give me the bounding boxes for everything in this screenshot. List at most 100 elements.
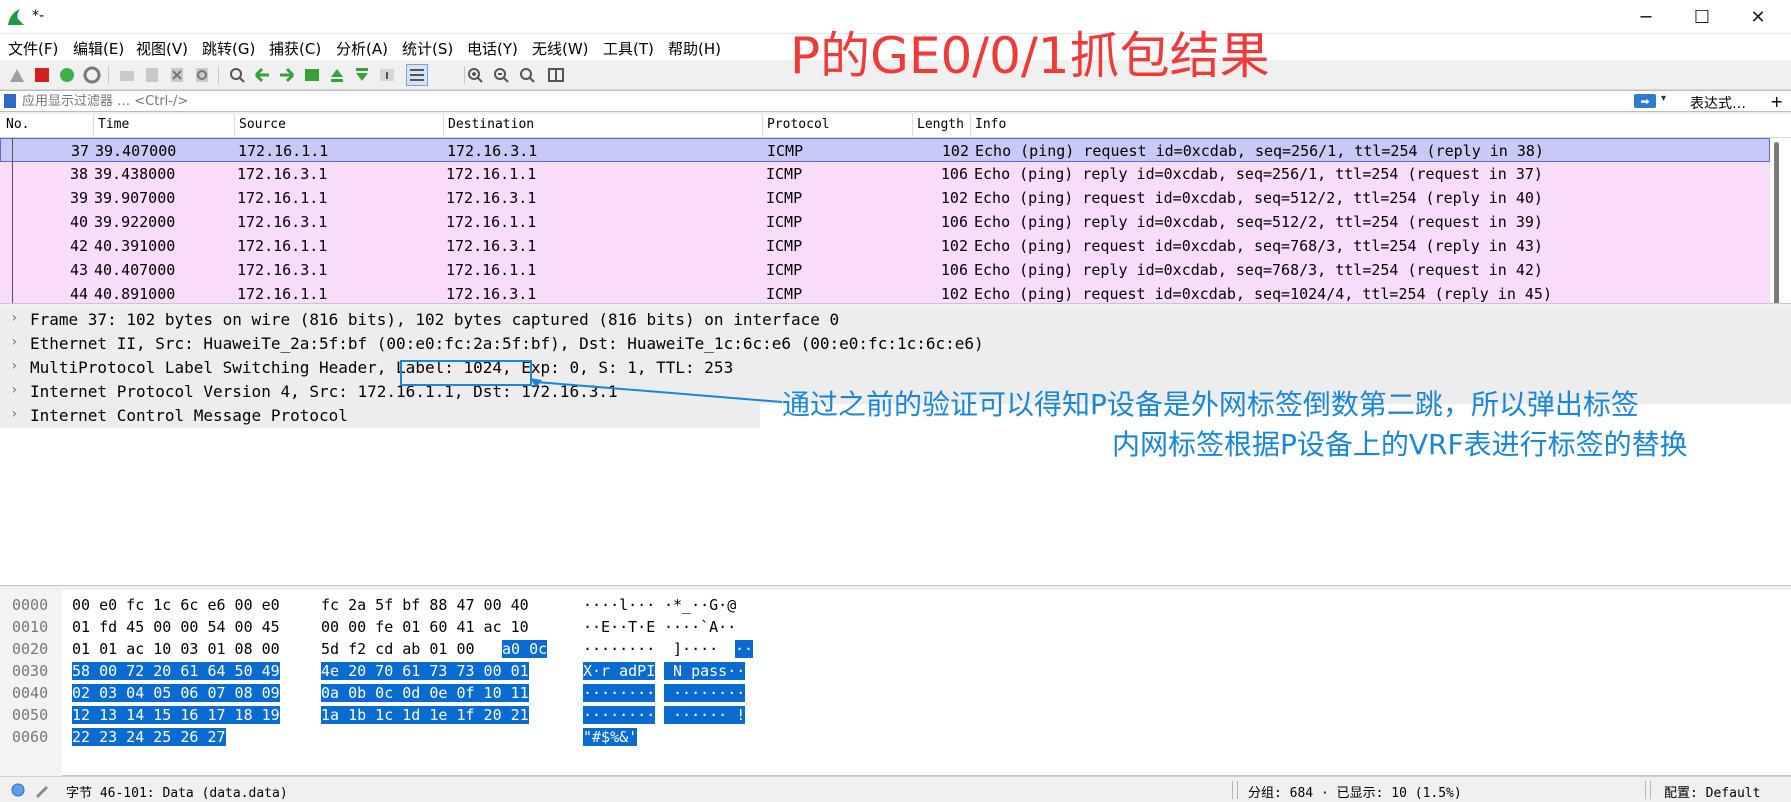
- packet-cell-len: 102: [940, 285, 968, 303]
- menu-file[interactable]: 文件(F): [8, 38, 58, 59]
- packet-cell-len: 106: [940, 261, 968, 279]
- packet-cell-src: 172.16.3.1: [237, 213, 328, 231]
- reload-file-icon[interactable]: [191, 64, 213, 86]
- open-file-icon[interactable]: [116, 64, 138, 86]
- bytes-hex-group-b: 00 00 fe 01 60 41 ac 10: [321, 618, 529, 636]
- packet-cell-proto: ICMP: [766, 261, 803, 279]
- bytes-row[interactable]: 0010 01 fd 45 00 00 54 00 45 00 00 fe 01 6…: [0, 616, 1791, 638]
- column-header-time[interactable]: Time: [94, 117, 129, 132]
- menu-edit[interactable]: 编辑(E): [73, 38, 124, 59]
- tree-item-label: Internet Control Message Protocol: [30, 406, 348, 425]
- window-title: *-: [32, 8, 45, 24]
- go-forward-icon[interactable]: [276, 64, 298, 86]
- expand-chevron-icon[interactable]: ›: [10, 334, 18, 350]
- bytes-hex-group-a: 22 23 24 25 26 27: [72, 728, 226, 746]
- go-first-packet-icon[interactable]: [326, 64, 348, 86]
- menu-statistics[interactable]: 统计(S): [402, 38, 453, 59]
- column-header-no[interactable]: No.: [2, 117, 29, 132]
- column-header-length[interactable]: Length: [913, 117, 964, 132]
- bytes-row[interactable]: 0050 12 13 14 15 16 17 18 19 1a 1b 1c 1d 1…: [0, 704, 1791, 726]
- resize-columns-icon[interactable]: [545, 64, 567, 86]
- expand-chevron-icon[interactable]: ›: [10, 310, 18, 326]
- go-last-packet-icon[interactable]: [351, 64, 373, 86]
- bytes-row[interactable]: 0040 02 03 04 05 06 07 08 09 0a 0b 0c 0d 0…: [0, 682, 1791, 704]
- bytes-row[interactable]: 0020 01 01 ac 10 03 01 08 00 5d f2 cd ab 0…: [0, 638, 1791, 660]
- bytes-row[interactable]: 0030 58 00 72 20 61 64 50 49 4e 20 70 61 7…: [0, 660, 1791, 682]
- packet-row[interactable]: 39 39.907000 172.16.1.1 172.16.3.1 ICMP 102 Ec…: [0, 186, 1770, 210]
- menu-analyze[interactable]: 分析(A): [336, 38, 388, 59]
- tree-item-frame[interactable]: › Frame 37: 102 bytes on wire (816 bits)…: [0, 308, 1791, 332]
- packet-cell-info: Echo (ping) reply id=0xcdab, seq=512/2, …: [974, 213, 1543, 231]
- tree-item-ethernet[interactable]: › Ethernet II, Src: HuaweiTe_2a:5f:bf (0…: [0, 332, 1791, 356]
- column-header-source[interactable]: Source: [235, 117, 286, 132]
- add-filter-button[interactable]: +: [1770, 92, 1783, 111]
- expand-chevron-icon[interactable]: ›: [10, 406, 18, 422]
- expand-chevron-icon[interactable]: ›: [10, 358, 18, 374]
- find-packet-icon[interactable]: [226, 64, 248, 86]
- go-back-icon[interactable]: [251, 64, 273, 86]
- bytes-ascii-group-a: ··E··T·E: [583, 618, 656, 636]
- packet-cell-time: 40.407000: [94, 261, 176, 279]
- display-filter-input[interactable]: [22, 92, 1632, 110]
- related-packet-line: [12, 138, 13, 303]
- go-to-packet-icon[interactable]: [301, 64, 323, 86]
- colorize-packets-icon[interactable]: [406, 64, 428, 86]
- capture-options-icon[interactable]: [81, 64, 103, 86]
- save-file-icon[interactable]: [141, 64, 163, 86]
- packet-cell-time: 39.922000: [94, 213, 176, 231]
- tree-item-mpls[interactable]: › MultiProtocol Label Switching Header, …: [0, 356, 1791, 380]
- bytes-offset: 0050: [12, 706, 49, 724]
- apply-filter-icon[interactable]: ➡: [1634, 94, 1656, 108]
- minimize-button-main[interactable]: ─: [1618, 0, 1674, 34]
- close-button[interactable]: ✕: [1730, 0, 1786, 34]
- bytes-ascii-group-a: ········: [583, 640, 656, 658]
- menu-telephony[interactable]: 电话(Y): [467, 38, 518, 59]
- packet-list-scrollbar[interactable]: [1774, 142, 1779, 303]
- tree-item-label: Ethernet II, Src: HuaweiTe_2a:5f:bf (00:…: [30, 334, 984, 353]
- zoom-in-icon[interactable]: [464, 64, 486, 86]
- expert-info-icon[interactable]: [10, 782, 26, 798]
- bytes-row[interactable]: 0000 00 e0 fc 1c 6c e6 00 e0 fc 2a 5f bf 8…: [0, 594, 1791, 616]
- bookmark-icon[interactable]: [4, 94, 16, 108]
- packet-cell-info: Echo (ping) reply id=0xcdab, seq=768/3, …: [974, 261, 1543, 279]
- packet-row[interactable]: 40 39.922000 172.16.3.1 172.16.1.1 ICMP 106 Ec…: [0, 210, 1770, 234]
- packet-cell-info: Echo (ping) request id=0xcdab, seq=1024/…: [974, 285, 1552, 303]
- normal-size-icon[interactable]: [516, 64, 538, 86]
- menu-go[interactable]: 跳转(G): [202, 38, 255, 59]
- menu-help[interactable]: 帮助(H): [668, 38, 721, 59]
- bytes-ascii-group-b: ·*_··G·@: [664, 596, 737, 614]
- menu-view[interactable]: 视图(V): [136, 38, 188, 59]
- restart-capture-icon[interactable]: [56, 64, 78, 86]
- packet-row[interactable]: 43 40.407000 172.16.3.1 172.16.1.1 ICMP 106 Ec…: [0, 258, 1770, 282]
- filter-history-dropdown-icon[interactable]: ▾: [1661, 93, 1666, 104]
- column-header-destination[interactable]: Destination: [444, 117, 534, 132]
- packet-cell-dst: 172.16.3.1: [446, 237, 537, 255]
- packet-cell-time: 39.407000: [95, 142, 177, 160]
- column-header-protocol[interactable]: Protocol: [763, 117, 830, 132]
- expression-button[interactable]: 表达式…: [1690, 93, 1746, 113]
- auto-scroll-icon[interactable]: [376, 64, 398, 86]
- packet-cell-proto: ICMP: [766, 165, 803, 183]
- bytes-ascii-group-b: ······ !: [664, 706, 746, 724]
- edit-comment-icon[interactable]: [34, 782, 50, 798]
- packet-row[interactable]: 38 39.438000 172.16.3.1 172.16.1.1 ICMP 106 Ec…: [0, 162, 1770, 186]
- packet-row[interactable]: 37 39.407000 172.16.1.1 172.16.3.1 ICMP 102 Ec…: [0, 138, 1770, 162]
- packet-row[interactable]: 42 40.391000 172.16.1.1 172.16.3.1 ICMP 102 Ec…: [0, 234, 1770, 258]
- packet-cell-src: 172.16.1.1: [238, 142, 329, 160]
- menu-tools[interactable]: 工具(T): [603, 38, 654, 59]
- stop-capture-icon[interactable]: [31, 64, 53, 86]
- status-profile[interactable]: 配置: Default: [1664, 782, 1760, 801]
- packet-cell-no: 43: [69, 261, 88, 279]
- packet-row[interactable]: 44 40.891000 172.16.1.1 172.16.3.1 ICMP 102 Ec…: [0, 282, 1770, 303]
- expand-chevron-icon[interactable]: ›: [10, 382, 18, 398]
- maximize-button[interactable]: ☐: [1674, 0, 1730, 34]
- start-capture-icon[interactable]: [6, 64, 28, 86]
- menu-wireless[interactable]: 无线(W): [532, 38, 589, 59]
- column-header-info[interactable]: Info: [971, 117, 1006, 132]
- packet-cell-proto: ICMP: [766, 213, 803, 231]
- bytes-row[interactable]: 0060 22 23 24 25 26 27 "#$%&': [0, 726, 1791, 748]
- bytes-offset: 0030: [12, 662, 49, 680]
- zoom-out-icon[interactable]: [490, 64, 512, 86]
- close-file-icon[interactable]: [166, 64, 188, 86]
- menu-capture[interactable]: 捕获(C): [269, 38, 321, 59]
